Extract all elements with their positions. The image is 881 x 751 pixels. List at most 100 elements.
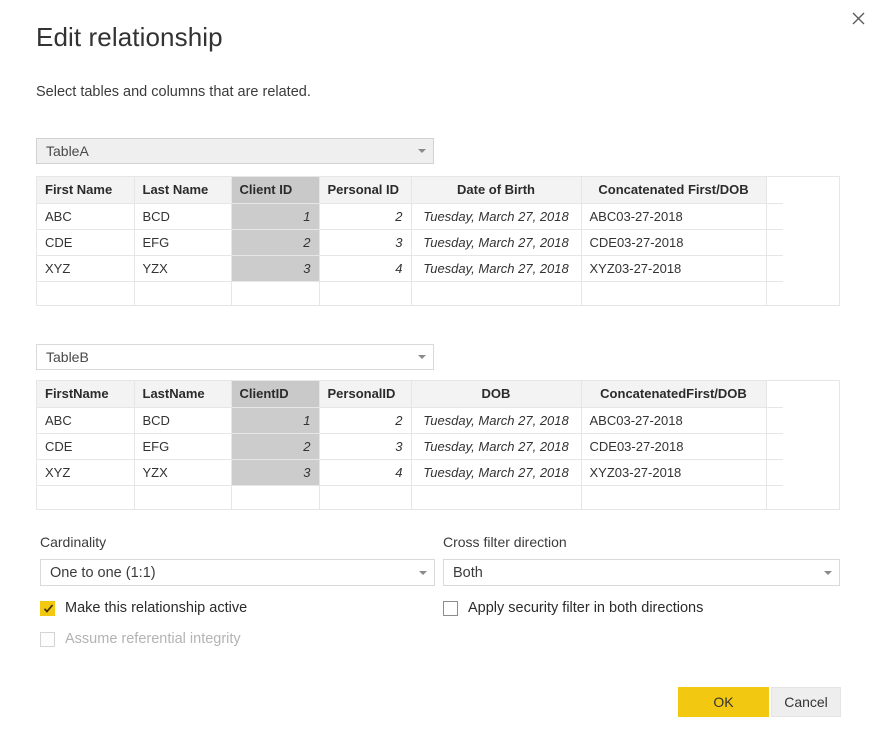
assume-referential-integrity-label: Assume referential integrity xyxy=(65,631,241,647)
table-cell[interactable]: CDE03-27-2018 xyxy=(581,229,767,256)
make-relationship-active-checkbox[interactable]: Make this relationship active xyxy=(40,600,247,616)
table-cell[interactable]: Tuesday, March 27, 2018 xyxy=(411,433,582,460)
table-cell[interactable]: XYZ03-27-2018 xyxy=(581,459,767,486)
ok-button[interactable]: OK xyxy=(678,687,769,717)
grid-empty-cell xyxy=(581,485,767,509)
table-cell[interactable]: Tuesday, March 27, 2018 xyxy=(411,203,582,230)
table-row[interactable]: CDE EFG 2 3 Tuesday, March 27, 2018 CDE03-27-… xyxy=(37,229,783,256)
grid-empty-cell xyxy=(411,485,582,509)
grid-empty-cell xyxy=(231,281,320,305)
column-header[interactable]: Last Name xyxy=(134,177,232,204)
table-cell[interactable]: ABC03-27-2018 xyxy=(581,407,767,434)
table-cell[interactable]: 3 xyxy=(231,255,320,282)
table-cell[interactable]: 1 xyxy=(231,203,320,230)
table-cell[interactable]: XYZ xyxy=(37,459,135,486)
close-dialog-button[interactable] xyxy=(841,2,875,34)
column-header[interactable]: ClientID xyxy=(231,381,320,408)
table-cell[interactable]: CDE xyxy=(37,229,135,256)
table-cell[interactable]: 1 xyxy=(231,407,320,434)
page-title: Edit relationship xyxy=(36,22,223,52)
grid-empty-cell xyxy=(134,281,232,305)
table-cell[interactable]: YZX xyxy=(134,459,232,486)
chevron-down-icon xyxy=(817,570,839,575)
table-row[interactable]: XYZ YZX 3 4 Tuesday, March 27, 2018 XYZ03-27-… xyxy=(37,255,783,282)
chevron-down-icon xyxy=(411,149,433,153)
table-a-preview-grid[interactable]: First Name Last Name Client ID Personal ID D… xyxy=(36,176,840,306)
table-cell[interactable]: 2 xyxy=(231,229,320,256)
column-header[interactable]: ConcatenatedFirst/DOB xyxy=(581,381,767,408)
table-cell[interactable]: XYZ xyxy=(37,255,135,282)
table-row[interactable]: ABC BCD 1 2 Tuesday, March 27, 2018 ABC03-27-… xyxy=(37,407,783,434)
column-header[interactable]: LastName xyxy=(134,381,232,408)
grid-empty-cell xyxy=(766,485,783,509)
table-row[interactable]: ABC BCD 1 2 Tuesday, March 27, 2018 ABC03-27-… xyxy=(37,203,783,230)
grid-empty-cell xyxy=(37,485,135,509)
chevron-down-icon xyxy=(412,570,434,575)
cardinality-value: One to one (1:1) xyxy=(50,564,156,581)
cross-filter-direction-label: Cross filter direction xyxy=(443,534,567,550)
table-cell[interactable]: EFG xyxy=(134,433,232,460)
cross-filter-direction-select[interactable]: Both xyxy=(443,559,840,586)
cardinality-label: Cardinality xyxy=(40,534,107,550)
grid-empty-cell xyxy=(134,485,232,509)
apply-security-filter-checkbox[interactable]: Apply security filter in both directions xyxy=(443,600,703,616)
table-row[interactable]: CDE EFG 2 3 Tuesday, March 27, 2018 CDE03-27-… xyxy=(37,433,783,460)
cancel-button[interactable]: Cancel xyxy=(771,687,841,717)
table-cell[interactable]: 2 xyxy=(231,433,320,460)
column-header[interactable]: PersonalID xyxy=(319,381,412,408)
cross-filter-direction-value: Both xyxy=(453,564,483,581)
table-a-selector-value: TableA xyxy=(46,143,89,159)
table-cell[interactable]: EFG xyxy=(134,229,232,256)
table-cell[interactable]: Tuesday, March 27, 2018 xyxy=(411,229,582,256)
table-cell[interactable]: CDE03-27-2018 xyxy=(581,433,767,460)
grid-empty-cell xyxy=(231,485,320,509)
checkbox-checked-icon xyxy=(40,600,55,616)
checkbox-unchecked-icon xyxy=(40,631,55,647)
table-cell[interactable]: 4 xyxy=(319,459,412,486)
cardinality-select[interactable]: One to one (1:1) xyxy=(40,559,435,586)
table-cell[interactable]: Tuesday, March 27, 2018 xyxy=(411,255,582,282)
table-cell-filler xyxy=(766,433,783,460)
column-header[interactable]: Client ID xyxy=(231,177,320,204)
table-cell[interactable]: ABC xyxy=(37,407,135,434)
table-cell[interactable]: YZX xyxy=(134,255,232,282)
grid-empty-row xyxy=(37,281,783,305)
dialog-subtitle: Select tables and columns that are relat… xyxy=(36,84,311,100)
table-cell[interactable]: ABC03-27-2018 xyxy=(581,203,767,230)
table-cell[interactable]: 3 xyxy=(319,229,412,256)
grid-empty-cell xyxy=(37,281,135,305)
column-header[interactable]: DOB xyxy=(411,381,582,408)
table-b-grid-table: FirstName LastName ClientID PersonalID DOB Co… xyxy=(37,381,783,509)
table-b-preview-grid[interactable]: FirstName LastName ClientID PersonalID DOB Co… xyxy=(36,380,840,510)
table-cell[interactable]: 2 xyxy=(319,203,412,230)
column-header[interactable]: Personal ID xyxy=(319,177,412,204)
table-b-selector[interactable]: TableB xyxy=(36,344,434,370)
table-cell[interactable]: XYZ03-27-2018 xyxy=(581,255,767,282)
grid-empty-cell xyxy=(766,281,783,305)
table-cell[interactable]: CDE xyxy=(37,433,135,460)
table-a-grid-table: First Name Last Name Client ID Personal ID D… xyxy=(37,177,783,305)
grid-empty-cell xyxy=(319,281,412,305)
table-row[interactable]: XYZ YZX 3 4 Tuesday, March 27, 2018 XYZ03-27-… xyxy=(37,459,783,486)
table-cell[interactable]: 3 xyxy=(231,459,320,486)
column-header[interactable]: Date of Birth xyxy=(411,177,582,204)
assume-referential-integrity-checkbox: Assume referential integrity xyxy=(40,631,241,647)
table-cell-filler xyxy=(766,459,783,486)
table-cell-filler xyxy=(766,229,783,256)
table-cell[interactable]: BCD xyxy=(134,203,232,230)
close-icon xyxy=(852,12,865,25)
column-header-filler xyxy=(766,177,783,204)
table-cell[interactable]: ABC xyxy=(37,203,135,230)
column-header[interactable]: Concatenated First/DOB xyxy=(581,177,767,204)
grid-header-row: FirstName LastName ClientID PersonalID DOB Co… xyxy=(37,381,783,408)
table-cell[interactable]: Tuesday, March 27, 2018 xyxy=(411,459,582,486)
table-cell[interactable]: Tuesday, March 27, 2018 xyxy=(411,407,582,434)
column-header-filler xyxy=(766,381,783,408)
column-header[interactable]: FirstName xyxy=(37,381,135,408)
table-cell[interactable]: 3 xyxy=(319,433,412,460)
table-cell[interactable]: BCD xyxy=(134,407,232,434)
column-header[interactable]: First Name xyxy=(37,177,135,204)
table-cell[interactable]: 4 xyxy=(319,255,412,282)
table-a-selector[interactable]: TableA xyxy=(36,138,434,164)
table-cell[interactable]: 2 xyxy=(319,407,412,434)
